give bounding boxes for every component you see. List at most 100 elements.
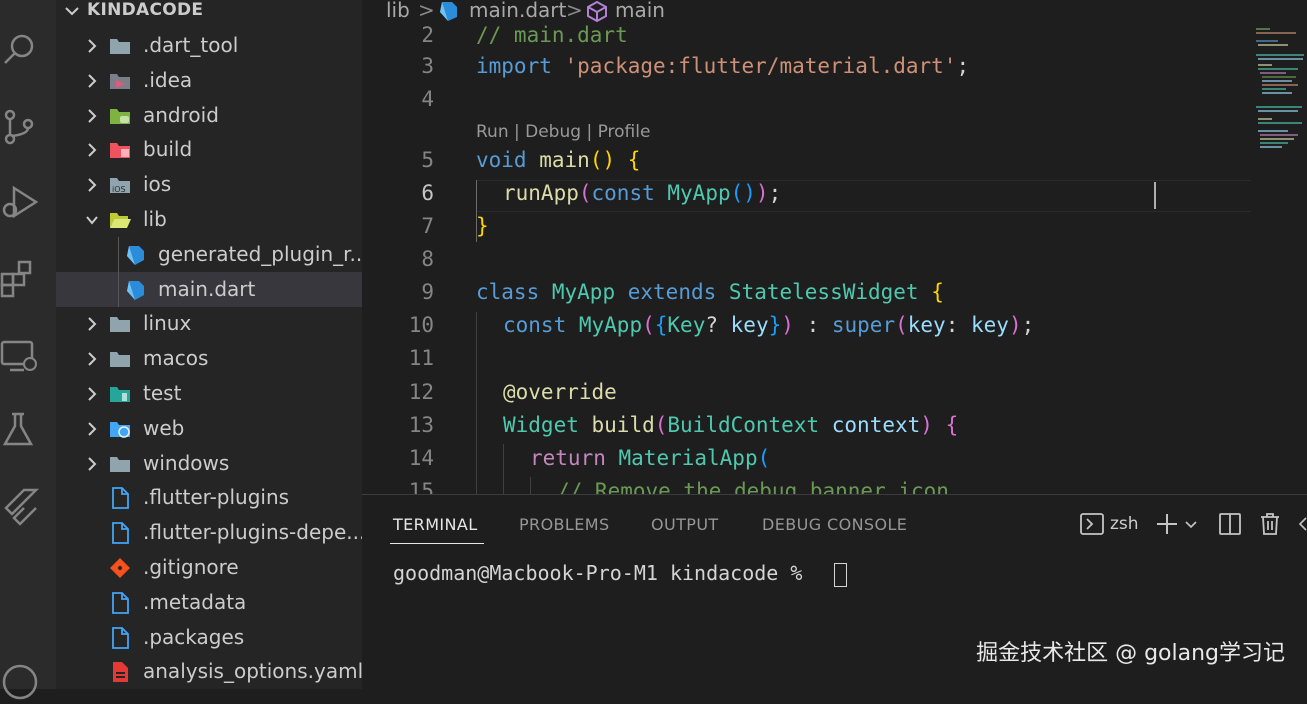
tree-item[interactable]: web bbox=[56, 411, 362, 446]
code-line[interactable]: 6 runApp(const MyApp()); bbox=[362, 178, 1252, 211]
tree-item[interactable]: android bbox=[56, 98, 362, 133]
split-terminal-icon[interactable] bbox=[1218, 510, 1242, 538]
testing-icon[interactable] bbox=[0, 410, 40, 450]
line-number: 12 bbox=[408, 380, 434, 404]
line-number: 9 bbox=[421, 280, 434, 304]
code-text: // Remove the debug banner icon bbox=[557, 479, 949, 494]
run-debug-icon[interactable] bbox=[0, 182, 40, 222]
chevron-right-icon[interactable] bbox=[85, 315, 99, 333]
add-terminal-icon[interactable] bbox=[1155, 510, 1179, 538]
tree-item[interactable]: generated_plugin_r... bbox=[56, 237, 369, 272]
folder-test-icon bbox=[110, 387, 130, 402]
extensions-icon[interactable] bbox=[0, 258, 40, 298]
code-text: class MyApp extends StatelessWidget { bbox=[476, 280, 944, 304]
code-line[interactable]: 9 class MyApp extends StatelessWidget { bbox=[362, 277, 1252, 310]
tree-item[interactable]: macos bbox=[56, 341, 362, 376]
terminal-prompt[interactable]: goodman@Macbook-Pro-M1 kindacode % bbox=[393, 561, 814, 585]
terminal-icon[interactable] bbox=[1079, 510, 1105, 538]
code-line[interactable]: 13 Widget build(BuildContext context) { bbox=[362, 410, 1252, 443]
chevron-down-icon[interactable] bbox=[85, 211, 99, 229]
line-number: 11 bbox=[408, 346, 434, 370]
svg-text:iOS: iOS bbox=[112, 185, 126, 194]
tab-problems[interactable]: PROBLEMS bbox=[519, 515, 610, 534]
breadcrumb-item-symbol[interactable]: main bbox=[615, 0, 665, 22]
code-text: const MyApp({Key? key}) : super(key: key… bbox=[503, 313, 1035, 337]
tree-item-label: .metadata bbox=[143, 589, 247, 614]
tree-item[interactable]: windows bbox=[56, 446, 362, 481]
folder-icon bbox=[110, 352, 130, 368]
chevron-right-icon[interactable] bbox=[85, 385, 99, 403]
tree-item-label: build bbox=[143, 137, 193, 162]
tree-item[interactable]: iOS ios bbox=[56, 167, 362, 202]
tree-item[interactable]: .flutter-plugins-depe... bbox=[56, 515, 366, 550]
tree-item-label: macos bbox=[143, 346, 209, 371]
tree-item[interactable]: .idea bbox=[56, 63, 362, 98]
minimap[interactable] bbox=[1254, 26, 1307, 166]
chevron-right-icon[interactable] bbox=[85, 455, 99, 473]
tree-item[interactable]: test bbox=[56, 376, 362, 411]
code-editor[interactable]: lib > main.dart > main 2 // main.dart 3 imp… bbox=[362, 0, 1307, 494]
tree-item[interactable]: .dart_tool bbox=[56, 28, 362, 63]
code-text: void main() { bbox=[476, 148, 641, 172]
breadcrumb-item-lib[interactable]: lib bbox=[386, 0, 410, 22]
chevron-left-icon[interactable] bbox=[1296, 510, 1307, 538]
tree-item[interactable]: analysis_options.yaml bbox=[56, 654, 363, 689]
breadcrumb-item-file[interactable]: main.dart bbox=[469, 0, 566, 22]
folder-web-icon bbox=[110, 421, 130, 438]
tree-item[interactable]: .metadata bbox=[56, 585, 362, 620]
tree-item[interactable]: .gitignore bbox=[56, 550, 362, 585]
chevron-right-icon[interactable] bbox=[85, 141, 99, 159]
tree-item[interactable]: main.dart bbox=[56, 271, 362, 307]
tree-item[interactable]: linux bbox=[56, 306, 362, 341]
codelens-run-debug-profile[interactable]: Run | Debug | Profile bbox=[476, 122, 650, 142]
tab-debug-console[interactable]: DEBUG CONSOLE bbox=[762, 515, 907, 534]
code-text: return MaterialApp( bbox=[530, 446, 771, 470]
code-line[interactable]: 4 bbox=[362, 84, 1252, 117]
code-line[interactable]: 5 void main() { bbox=[362, 145, 1252, 178]
accounts-icon[interactable] bbox=[0, 660, 40, 700]
code-line[interactable]: 3 import 'package:flutter/material.dart'; bbox=[362, 51, 1252, 84]
explorer-folder-header[interactable]: KINDACODE bbox=[56, 0, 362, 24]
code-line[interactable]: 15 // Remove the debug banner icon bbox=[362, 476, 1252, 494]
folder-build-icon bbox=[110, 143, 130, 159]
code-line[interactable]: 14 return MaterialApp( bbox=[362, 443, 1252, 476]
flutter-icon[interactable] bbox=[0, 486, 40, 526]
chevron-right-icon[interactable] bbox=[85, 72, 99, 90]
tab-terminal[interactable]: TERMINAL bbox=[393, 515, 478, 534]
code-line[interactable]: 7} bbox=[362, 211, 1252, 244]
tree-item-label: .dart_tool bbox=[143, 33, 239, 57]
code-line[interactable]: 12 @override bbox=[362, 377, 1252, 410]
code-line[interactable]: 11 bbox=[362, 343, 1252, 376]
code-line[interactable]: 10 const MyApp({Key? key}) : super(key: k… bbox=[362, 310, 1252, 343]
chevron-right-icon[interactable] bbox=[85, 350, 99, 368]
search-icon[interactable] bbox=[0, 28, 40, 68]
tree-item[interactable]: .packages bbox=[56, 620, 362, 655]
chevron-right-icon[interactable] bbox=[85, 176, 99, 194]
folder-icon bbox=[110, 39, 130, 54]
tree-item-label: android bbox=[143, 102, 219, 127]
code-text: @override bbox=[503, 380, 617, 404]
tree-item-label: linux bbox=[143, 311, 192, 336]
code-line[interactable]: 8 bbox=[362, 244, 1252, 277]
tree-item[interactable]: .flutter-plugins bbox=[56, 480, 362, 515]
tree-item[interactable]: build bbox=[56, 132, 362, 167]
yaml-icon bbox=[113, 662, 128, 683]
tree-item-label: .flutter-plugins-depe... bbox=[143, 520, 366, 545]
line-number: 6 bbox=[421, 181, 434, 205]
code-line[interactable]: 2 // main.dart bbox=[362, 20, 1252, 53]
tree-item-label: .flutter-plugins bbox=[143, 485, 290, 510]
text-cursor bbox=[1154, 182, 1156, 209]
chevron-right-icon[interactable] bbox=[85, 37, 99, 55]
chevron-down-icon[interactable] bbox=[1183, 510, 1199, 538]
tab-output[interactable]: OUTPUT bbox=[651, 515, 719, 534]
chevron-right-icon[interactable] bbox=[85, 420, 99, 438]
chevron-right-icon[interactable] bbox=[85, 107, 99, 125]
remote-explorer-icon[interactable] bbox=[0, 336, 40, 376]
terminal-shell-label[interactable]: zsh bbox=[1110, 514, 1139, 534]
trash-icon[interactable] bbox=[1258, 510, 1282, 538]
tree-item[interactable]: lib bbox=[56, 202, 362, 237]
line-number: 4 bbox=[421, 87, 434, 111]
code-text: } bbox=[476, 214, 489, 238]
source-control-icon[interactable] bbox=[0, 106, 40, 146]
line-number: 14 bbox=[408, 446, 434, 470]
